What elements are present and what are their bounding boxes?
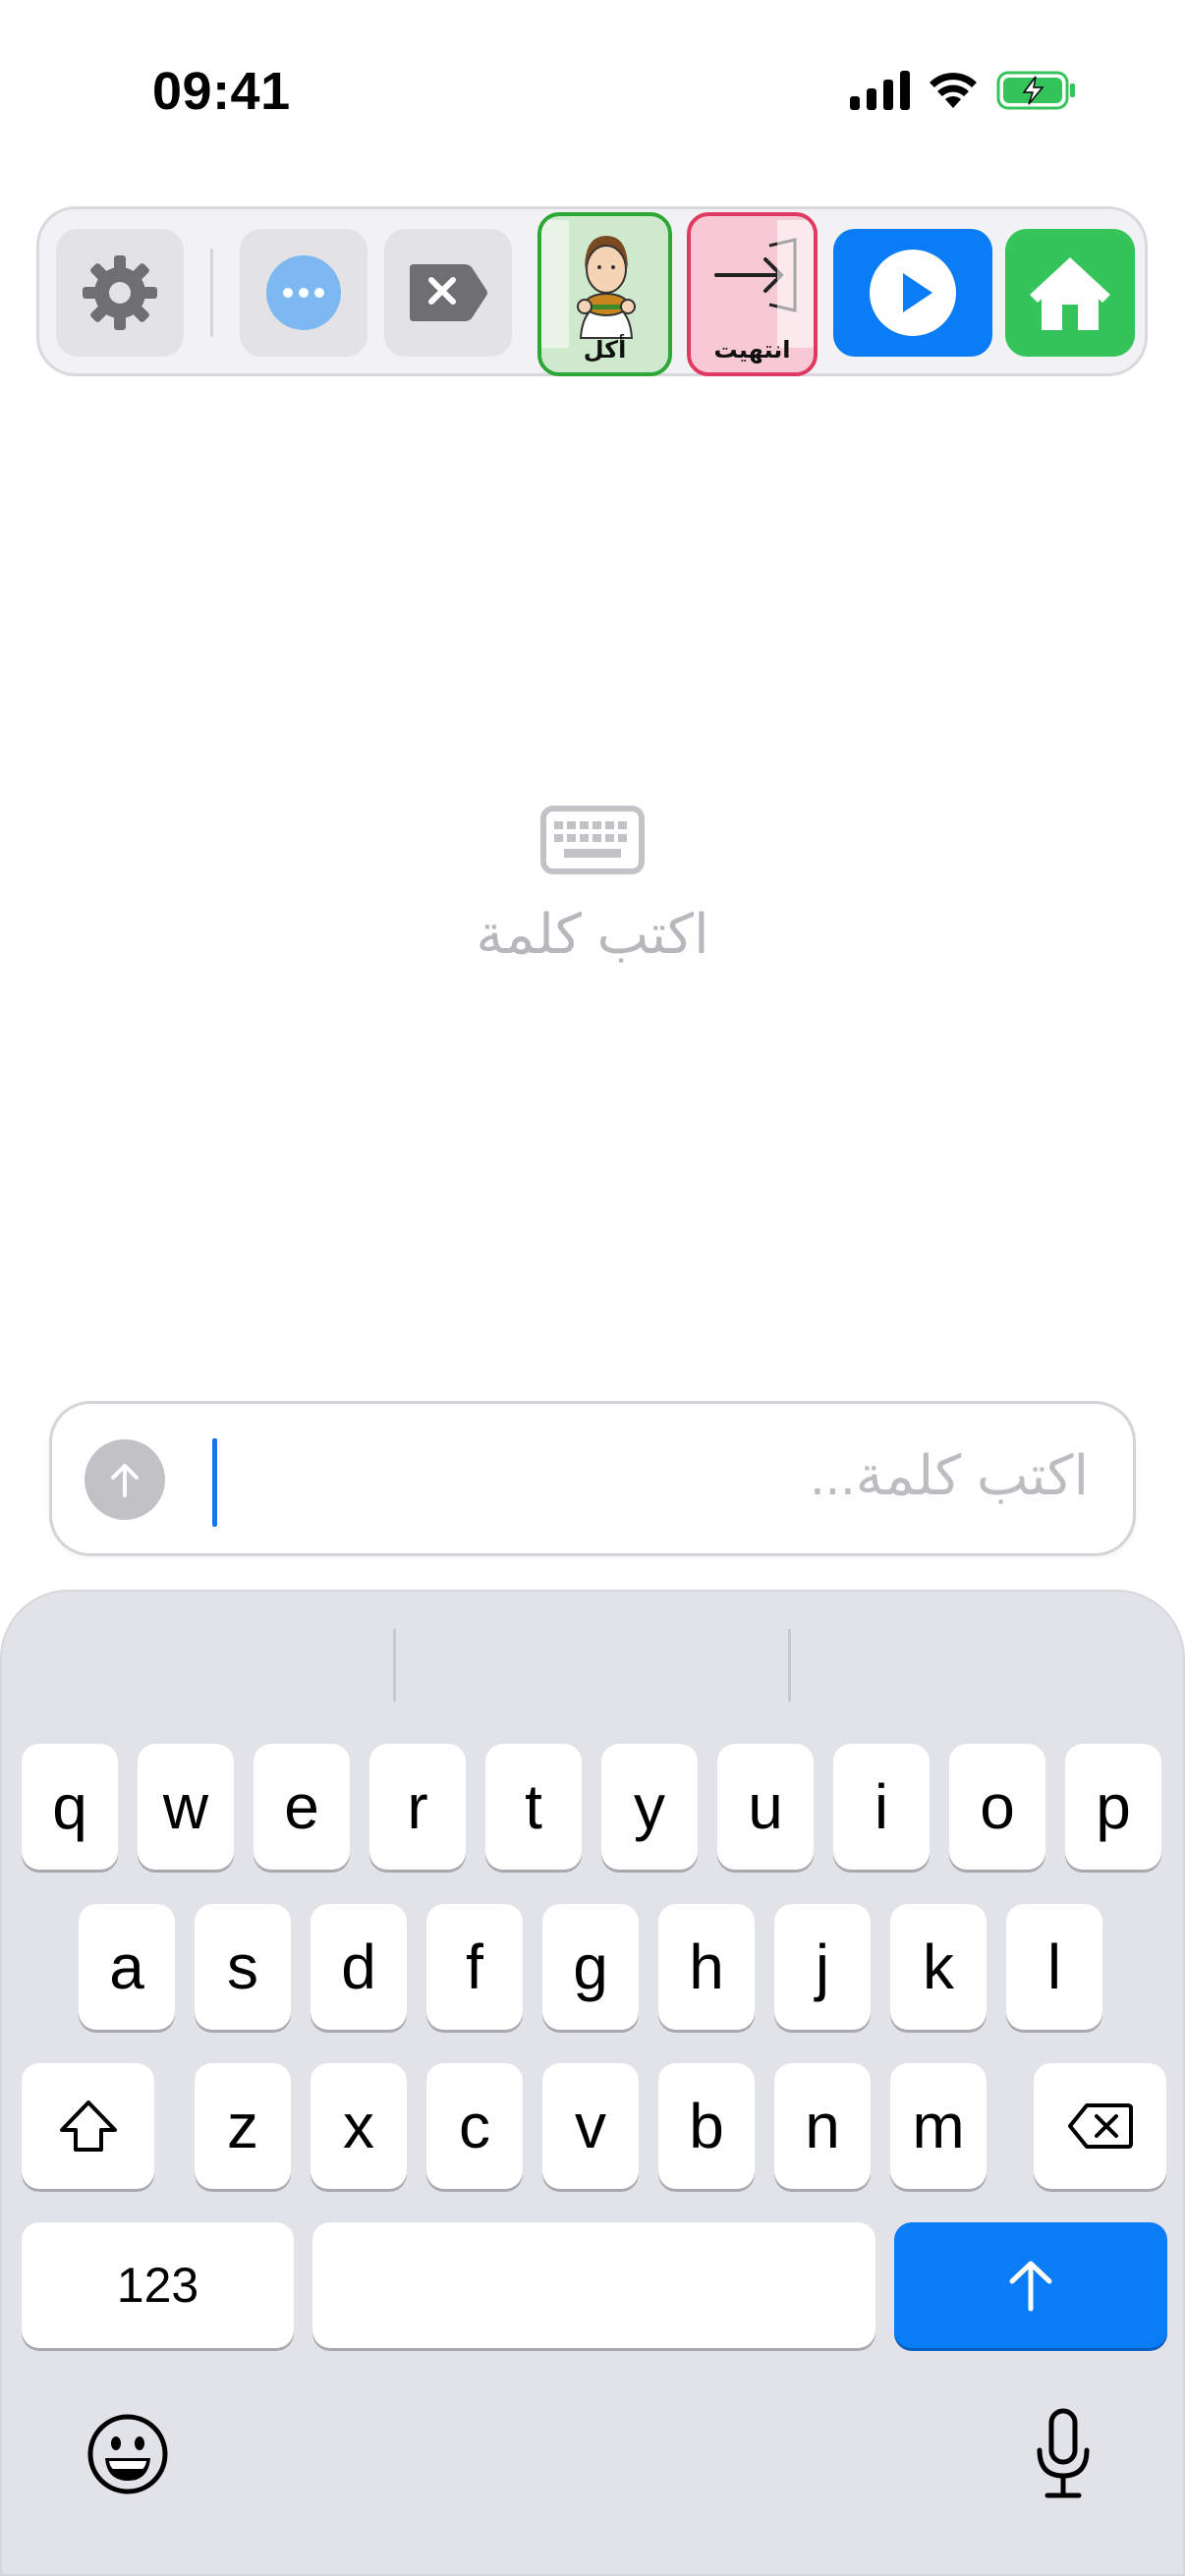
key-z[interactable]: z [195,2063,291,2189]
submit-button[interactable] [85,1439,165,1520]
speak-button[interactable] [833,229,992,357]
key-v[interactable]: v [542,2063,639,2189]
play-icon [870,250,956,336]
wifi-icon [930,73,977,108]
numbers-key[interactable]: 123 [22,2222,294,2348]
space-key[interactable] [312,2222,875,2348]
word-input-placeholder: اكتب كلمة... [810,1444,1089,1506]
backspace-icon [1067,2103,1133,2149]
delete-button[interactable] [384,229,512,357]
shift-key[interactable] [22,2063,154,2189]
key-j[interactable]: j [774,1904,871,2030]
backspace-key[interactable] [1034,2063,1166,2189]
key-h[interactable]: h [658,1904,755,2030]
person-eating-icon [541,220,636,348]
key-n[interactable]: n [774,2063,871,2189]
symbol-card-done[interactable]: انتهيت [687,212,818,376]
symbol-card-label: انتهيت [713,337,791,364]
home-button[interactable] [1005,229,1135,357]
key-w[interactable]: w [138,1744,234,1870]
key-r[interactable]: r [369,1744,466,1870]
more-button[interactable] [240,229,367,357]
key-o[interactable]: o [949,1744,1045,1870]
key-m[interactable]: m [890,2063,987,2189]
arrow-up-icon [111,1464,139,1497]
status-time: 09:41 [152,62,291,121]
microphone-icon [1037,2408,1090,2498]
key-i[interactable]: i [833,1744,930,1870]
software-keyboard: q w e r t y u i o p a s d f g h j k l z … [0,1590,1185,2576]
symbol-card-label: أكل [583,337,627,364]
suggestion-divider [788,1629,791,1702]
settings-button[interactable] [56,229,184,357]
empty-state-text: اكتب كلمة [476,903,709,965]
text-caret [212,1438,217,1527]
exit-arrow-icon [714,220,814,348]
arrow-up-icon [1009,2261,1052,2312]
battery-charging-icon [996,71,1075,110]
key-b[interactable]: b [658,2063,755,2189]
symbol-card-eat[interactable]: أكل [537,212,672,376]
key-x[interactable]: x [310,2063,407,2189]
dictation-key[interactable] [1014,2405,1112,2503]
key-e[interactable]: e [254,1744,350,1870]
status-icons [850,71,1077,110]
symbol-toolbar: أكل انتهيت [36,206,1148,376]
home-icon [1030,257,1110,330]
key-t[interactable]: t [485,1744,582,1870]
delete-tag-icon [410,264,487,321]
return-key[interactable] [894,2222,1167,2348]
key-g[interactable]: g [542,1904,639,2030]
key-u[interactable]: u [717,1744,814,1870]
emoji-icon [87,2414,168,2494]
more-icon [266,255,341,330]
toolbar-divider [210,249,213,337]
key-q[interactable]: q [22,1744,118,1870]
key-p[interactable]: p [1065,1744,1161,1870]
gear-icon [83,255,157,330]
key-y[interactable]: y [601,1744,698,1870]
key-a[interactable]: a [79,1904,175,2030]
key-d[interactable]: d [310,1904,407,2030]
key-l[interactable]: l [1006,1904,1102,2030]
keyboard-icon [540,806,645,874]
emoji-key[interactable] [83,2409,173,2499]
cellular-signal-icon [850,71,910,110]
shift-icon [59,2100,117,2152]
key-k[interactable]: k [890,1904,987,2030]
key-c[interactable]: c [426,2063,523,2189]
word-input-bar[interactable]: اكتب كلمة... [49,1401,1136,1556]
key-s[interactable]: s [195,1904,291,2030]
suggestion-divider [393,1629,396,1702]
key-f[interactable]: f [426,1904,523,2030]
